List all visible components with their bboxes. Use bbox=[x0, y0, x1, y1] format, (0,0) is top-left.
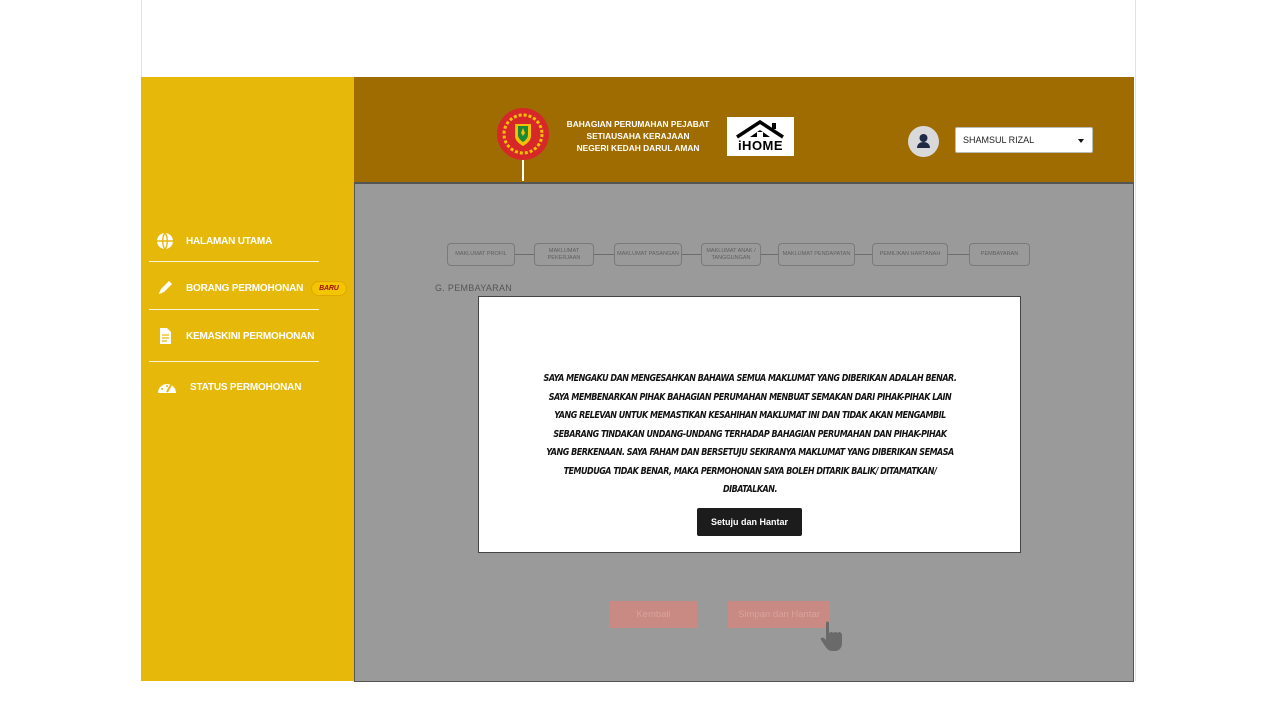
gauge-icon bbox=[156, 376, 178, 398]
sidebar-item-label: BORANG PERMOHONAN bbox=[186, 282, 304, 294]
organization-title: BAHAGIAN PERUMAHAN PEJABAT SETIAUSAHA KE… bbox=[566, 119, 710, 153]
step-maklumat-pasangan[interactable]: MAKLUMAT PASANGAN bbox=[614, 243, 682, 266]
save-submit-button[interactable]: Simpan dan Hantar bbox=[728, 601, 830, 628]
section-title: G. PEMBAYARAN bbox=[435, 283, 513, 293]
new-badge: BARU bbox=[311, 280, 347, 296]
hand-cursor-icon bbox=[820, 619, 844, 653]
sidebar-item-label: STATUS PERMOHONAN bbox=[190, 381, 302, 393]
step-pembayaran[interactable]: PEMBAYARAN bbox=[969, 243, 1030, 266]
ihome-logo: iHOME bbox=[727, 117, 794, 156]
sidebar-item-halaman-utama[interactable]: HALAMAN UTAMA bbox=[156, 232, 272, 250]
step-maklumat-anak[interactable]: MAKLUMAT ANAK / TANGGUNGAN bbox=[701, 243, 761, 266]
divider bbox=[149, 309, 319, 310]
sidebar-item-label: KEMASKINI PERMOHONAN bbox=[186, 330, 315, 342]
sidebar-item-status-permohonan[interactable]: STATUS PERMOHONAN bbox=[156, 376, 301, 398]
step-pemilikan-hartanah[interactable]: PEMILIKAN HARTANAH bbox=[872, 243, 948, 266]
sidebar-item-label: HALAMAN UTAMA bbox=[186, 235, 273, 247]
sidebar-item-borang-permohonan[interactable]: BORANG PERMOHONAN BARU bbox=[156, 279, 347, 297]
step-maklumat-profil[interactable]: MAKLUMAT PROFIL bbox=[447, 243, 515, 266]
logo-text: iHOME bbox=[737, 138, 784, 153]
step-maklumat-pekerjaan[interactable]: MAKLUMAT PEKERJAAN bbox=[534, 243, 594, 266]
chevron-down-icon bbox=[1078, 139, 1084, 143]
user-name: SHAMSUL RIZAL bbox=[963, 135, 1035, 145]
back-button[interactable]: Kembali bbox=[609, 601, 698, 628]
divider bbox=[149, 261, 319, 262]
sidebar-item-kemaskini-permohonan[interactable]: KEMASKINI PERMOHONAN bbox=[156, 327, 314, 345]
globe-icon bbox=[156, 232, 174, 250]
step-maklumat-pendapatan[interactable]: MAKLUMAT PENDAPATAN bbox=[778, 243, 855, 266]
divider bbox=[149, 361, 319, 362]
agree-submit-button[interactable]: Setuju dan Hantar bbox=[697, 508, 802, 536]
state-crest-logo bbox=[497, 108, 549, 160]
user-avatar-icon[interactable] bbox=[908, 126, 939, 157]
crest-divider bbox=[522, 160, 524, 181]
declaration-text: Saya mengaku dan mengesahkan bahawa semu… bbox=[543, 373, 957, 495]
user-dropdown[interactable]: SHAMSUL RIZAL bbox=[955, 127, 1093, 153]
document-icon bbox=[156, 327, 174, 345]
pen-icon bbox=[156, 279, 174, 297]
